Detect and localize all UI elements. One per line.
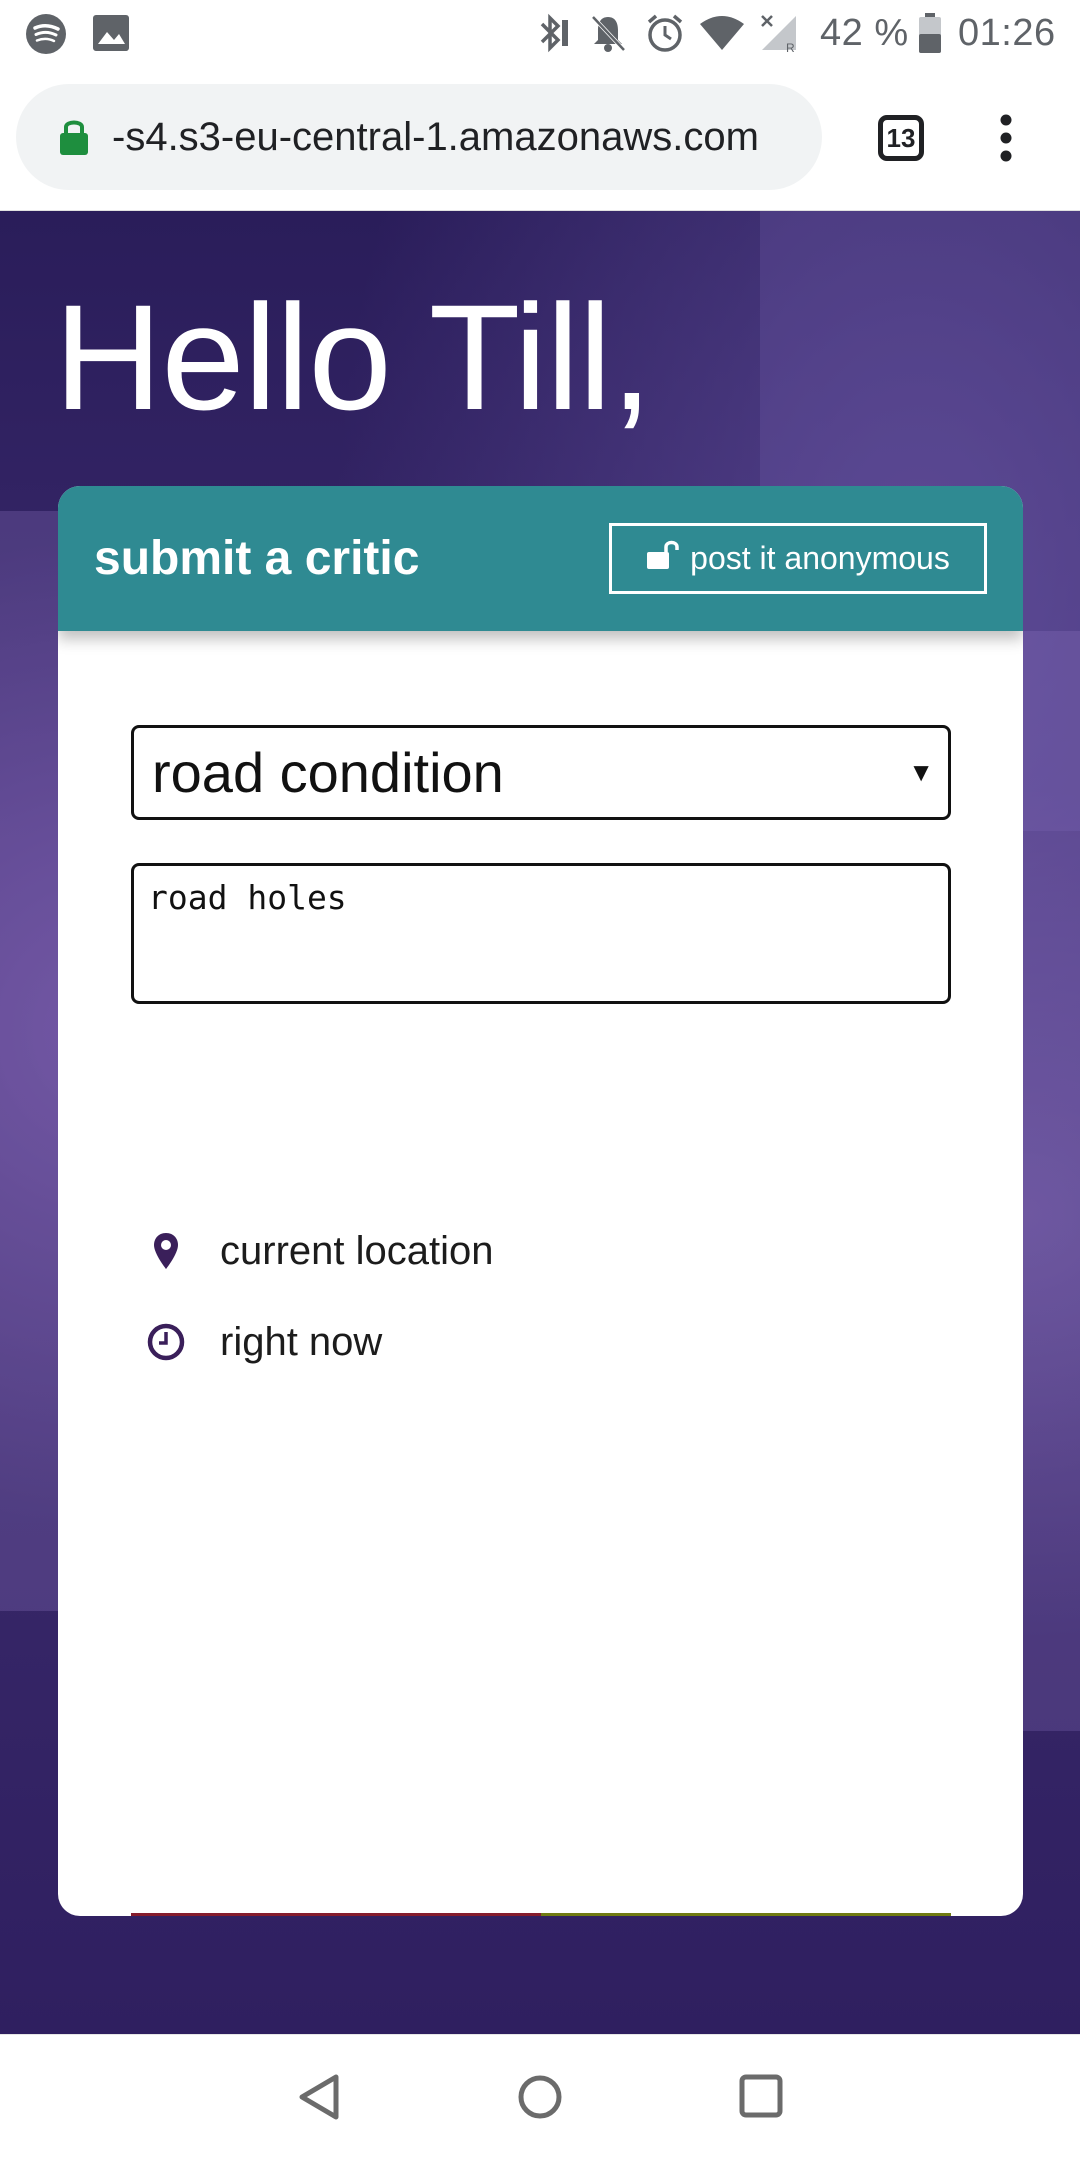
browser-toolbar: -s4.s3-eu-central-1.amazonaws.com 13	[0, 66, 1080, 211]
vote-buttons	[131, 1913, 951, 1916]
url-text[interactable]: -s4.s3-eu-central-1.amazonaws.com	[112, 84, 759, 190]
post-anonymous-label: post it anonymous	[690, 540, 950, 576]
svg-text:R: R	[786, 41, 795, 54]
time-row: right now	[142, 1312, 382, 1372]
tab-switcher-button[interactable]: 13	[878, 115, 924, 161]
screen: R 42 % 01:26 -s4.s3-eu-central-1.amazona…	[0, 0, 1080, 2160]
time-label: right now	[220, 1319, 383, 1364]
home-icon[interactable]	[516, 2073, 564, 2126]
page-background: Hello Till, submit a critic post it anon…	[0, 211, 1080, 2034]
wifi-icon	[698, 14, 746, 57]
thumbs-up-button[interactable]	[541, 1913, 951, 1916]
location-row: current location	[142, 1221, 493, 1281]
lock-icon[interactable]	[58, 116, 90, 161]
address-bar[interactable]: -s4.s3-eu-central-1.amazonaws.com	[16, 84, 822, 190]
card-title: submit a critic	[94, 532, 420, 585]
clock-icon	[142, 1318, 190, 1366]
recents-icon[interactable]	[738, 2073, 784, 2124]
signal-icon: R	[758, 12, 800, 59]
system-nav-bar	[0, 2034, 1080, 2160]
spotify-icon	[24, 12, 68, 61]
category-select-value: road condition	[152, 741, 504, 804]
clock: 01:26	[958, 12, 1056, 54]
greeting-heading: Hello Till,	[54, 273, 652, 441]
notifications-off-icon	[588, 12, 628, 59]
battery-icon	[918, 12, 942, 59]
unlock-icon	[646, 540, 680, 578]
background-building	[1020, 631, 1080, 1731]
category-select[interactable]: road condition ▼	[131, 725, 951, 820]
battery-percent: 42 %	[820, 12, 909, 54]
overflow-menu-icon[interactable]	[994, 112, 1018, 169]
post-anonymous-button[interactable]: post it anonymous	[609, 523, 987, 594]
alarm-icon	[644, 12, 686, 59]
image-icon	[92, 14, 130, 57]
status-bar: R 42 % 01:26	[0, 0, 1080, 66]
thumbs-down-button[interactable]	[131, 1913, 541, 1916]
back-icon[interactable]	[296, 2073, 342, 2126]
dropdown-arrow-icon: ▼	[908, 757, 934, 787]
description-textarea[interactable]: road holes	[131, 863, 951, 1004]
location-label: current location	[220, 1228, 494, 1273]
card-header: submit a critic post it anonymous	[58, 486, 1023, 631]
bluetooth-icon	[532, 12, 572, 59]
critic-form-card: submit a critic post it anonymous road c…	[58, 486, 1023, 1916]
map-pin-icon	[142, 1227, 190, 1275]
